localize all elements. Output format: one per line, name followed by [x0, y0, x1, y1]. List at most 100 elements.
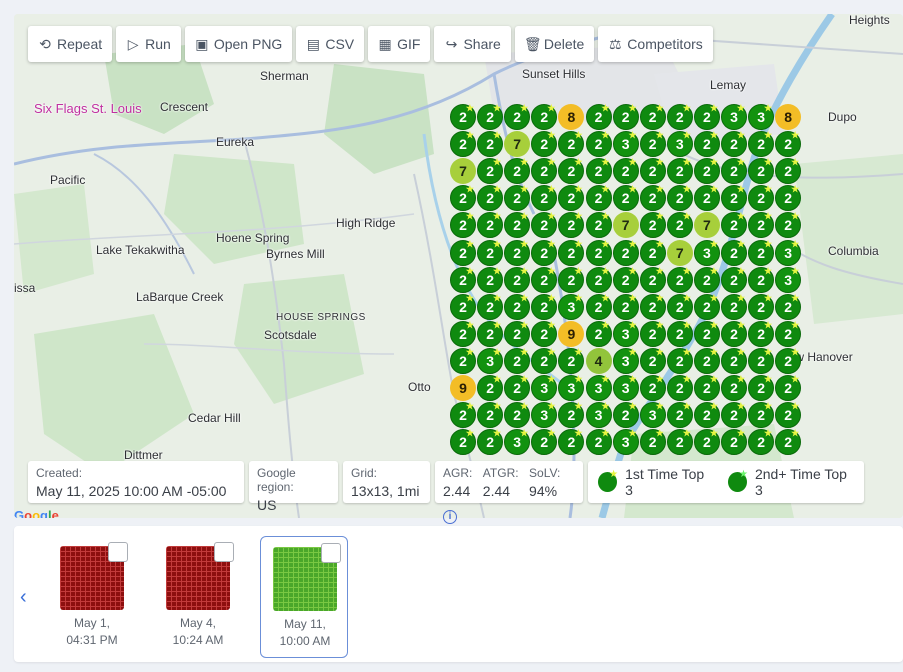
rank-pin[interactable]: 2 ★ [450, 320, 476, 347]
rank-pin[interactable]: 2 ★ [693, 185, 720, 212]
rank-pin[interactable]: 2 ★ [504, 320, 531, 347]
rank-pin[interactable]: 2 ★ [748, 131, 775, 158]
rank-pin[interactable]: 2 ★ [775, 293, 802, 320]
rank-pin[interactable]: 2 ★ [531, 320, 558, 347]
rank-pin[interactable]: 2 ★ [666, 293, 693, 320]
rank-pin[interactable]: 2 ★ [504, 293, 531, 320]
rank-pin[interactable]: 2 ★ [748, 320, 775, 347]
rank-pin[interactable]: 2 ★ [693, 320, 720, 347]
rank-pin[interactable]: 3 ★ [585, 375, 612, 401]
open-png-button[interactable]: ▣ Open PNG [184, 26, 293, 62]
rank-pin[interactable]: 2 ★ [721, 131, 747, 158]
rank-pin[interactable]: 2 ★ [639, 131, 666, 158]
rank-pin[interactable]: 2 ★ [721, 158, 747, 185]
history-scan-card[interactable]: May 4, 10:24 AM [154, 536, 242, 658]
rank-pin[interactable]: 2 ★ [666, 212, 693, 239]
rank-pin[interactable]: 2 ★ [531, 293, 558, 320]
rank-pin[interactable]: 2 ★ [612, 104, 639, 130]
rank-pin[interactable]: 2 ★ [666, 320, 693, 347]
rank-pin[interactable]: 2 ★ [531, 347, 558, 374]
rank-pin[interactable]: 9 [450, 375, 476, 401]
rank-pin[interactable]: 2 ★ [639, 293, 666, 320]
rank-pin[interactable]: 2 ★ [477, 402, 504, 429]
rank-pin[interactable]: 2 ★ [450, 131, 476, 158]
rank-pin[interactable]: 2 ★ [748, 347, 775, 374]
delete-button[interactable]: 🗑 Delete [514, 26, 595, 62]
rank-pin[interactable]: 2 ★ [504, 375, 531, 401]
rank-pin[interactable]: 2 ★ [693, 375, 720, 401]
rank-pin[interactable]: 2 ★ [585, 185, 612, 212]
rank-pin[interactable]: 2 ★ [639, 375, 666, 401]
rank-pin[interactable]: 3 ★ [612, 429, 639, 456]
rank-pin[interactable]: 2 ★ [477, 131, 504, 158]
rank-pin[interactable]: 2 ★ [504, 266, 531, 293]
rank-pin[interactable]: 2 ★ [504, 104, 531, 130]
rank-pin[interactable]: 2 ★ [585, 131, 612, 158]
competitors-button[interactable]: ⚖ Competitors [598, 26, 713, 62]
rank-pin[interactable]: 2 ★ [721, 347, 747, 374]
rank-pin[interactable]: 3 ★ [612, 320, 639, 347]
compare-checkbox[interactable] [108, 542, 128, 562]
history-scan-card[interactable]: May 11, 10:00 AM [260, 536, 348, 658]
rank-pin[interactable]: 2 ★ [775, 347, 802, 374]
rank-pin[interactable]: 7 [612, 212, 639, 239]
rank-pin[interactable]: 2 ★ [721, 266, 747, 293]
rank-pin[interactable]: 2 ★ [531, 266, 558, 293]
rank-pin[interactable]: 3 ★ [612, 131, 639, 158]
rank-pin[interactable]: 2 ★ [585, 158, 612, 185]
compare-checkbox[interactable] [321, 543, 341, 563]
rank-pin[interactable]: 2 ★ [450, 266, 476, 293]
rank-pin[interactable]: 2 ★ [639, 158, 666, 185]
compare-checkbox[interactable] [214, 542, 234, 562]
rank-pin[interactable]: 2 ★ [693, 293, 720, 320]
rank-pin[interactable]: 2 ★ [693, 429, 720, 456]
rank-pin[interactable]: 2 ★ [748, 239, 775, 266]
rank-pin[interactable]: 2 ★ [639, 104, 666, 130]
rank-pin[interactable]: 2 ★ [666, 158, 693, 185]
rank-pin[interactable]: 2 ★ [612, 266, 639, 293]
rank-pin[interactable]: 9 [558, 320, 585, 347]
rank-pin[interactable]: 3 ★ [721, 104, 747, 130]
rank-pin[interactable]: 8 [775, 104, 802, 130]
rank-pin[interactable]: 2 ★ [775, 375, 802, 401]
rank-pin[interactable]: 2 ★ [585, 104, 612, 130]
repeat-button[interactable]: ⟲ Repeat [28, 26, 113, 62]
info-icon[interactable]: i [443, 510, 457, 524]
rank-pin[interactable]: 3 ★ [612, 375, 639, 401]
rank-pin[interactable]: 2 ★ [721, 375, 747, 401]
rank-pin[interactable]: 2 ★ [666, 266, 693, 293]
rank-pin[interactable]: 2 ★ [721, 320, 747, 347]
rank-pin[interactable]: 3 ★ [775, 266, 802, 293]
rank-pin[interactable]: 4 [585, 347, 612, 374]
rank-pin[interactable]: 2 ★ [450, 402, 476, 429]
rank-pin[interactable]: 2 ★ [612, 158, 639, 185]
rank-pin[interactable]: 2 ★ [748, 266, 775, 293]
rank-pin[interactable]: 3 ★ [693, 239, 720, 266]
rank-pin[interactable]: 2 ★ [585, 429, 612, 456]
rank-pin[interactable]: 2 ★ [504, 347, 531, 374]
rank-pin[interactable]: 2 ★ [639, 212, 666, 239]
rank-pin[interactable]: 2 ★ [639, 320, 666, 347]
rank-pin[interactable]: 3 ★ [639, 402, 666, 429]
csv-button[interactable]: ▤ CSV [296, 26, 365, 62]
rank-pin[interactable]: 2 ★ [531, 239, 558, 266]
rank-pin[interactable]: 3 ★ [477, 347, 504, 374]
rank-pin[interactable]: 2 ★ [721, 293, 747, 320]
poi-label[interactable]: Six Flags St. Louis [34, 102, 142, 115]
history-prev-button[interactable]: ‹ [20, 586, 27, 609]
run-button[interactable]: ▷ Run [116, 26, 181, 62]
rank-pin[interactable]: 2 ★ [450, 429, 476, 456]
rank-pin[interactable]: 2 ★ [639, 239, 666, 266]
rank-pin[interactable]: 2 ★ [585, 266, 612, 293]
rank-pin[interactable]: 2 ★ [450, 239, 476, 266]
rank-pin[interactable]: 2 ★ [666, 104, 693, 130]
rank-pin[interactable]: 3 ★ [612, 347, 639, 374]
rank-pin[interactable]: 7 [450, 158, 476, 185]
share-button[interactable]: ↪ Share [434, 26, 511, 62]
rank-pin[interactable]: 2 ★ [693, 104, 720, 130]
rank-pin[interactable]: 2 ★ [558, 239, 585, 266]
rank-pin[interactable]: 2 ★ [477, 320, 504, 347]
rank-pin[interactable]: 2 ★ [721, 239, 747, 266]
rank-pin[interactable]: 2 ★ [693, 158, 720, 185]
rank-pin[interactable]: 3 ★ [666, 131, 693, 158]
